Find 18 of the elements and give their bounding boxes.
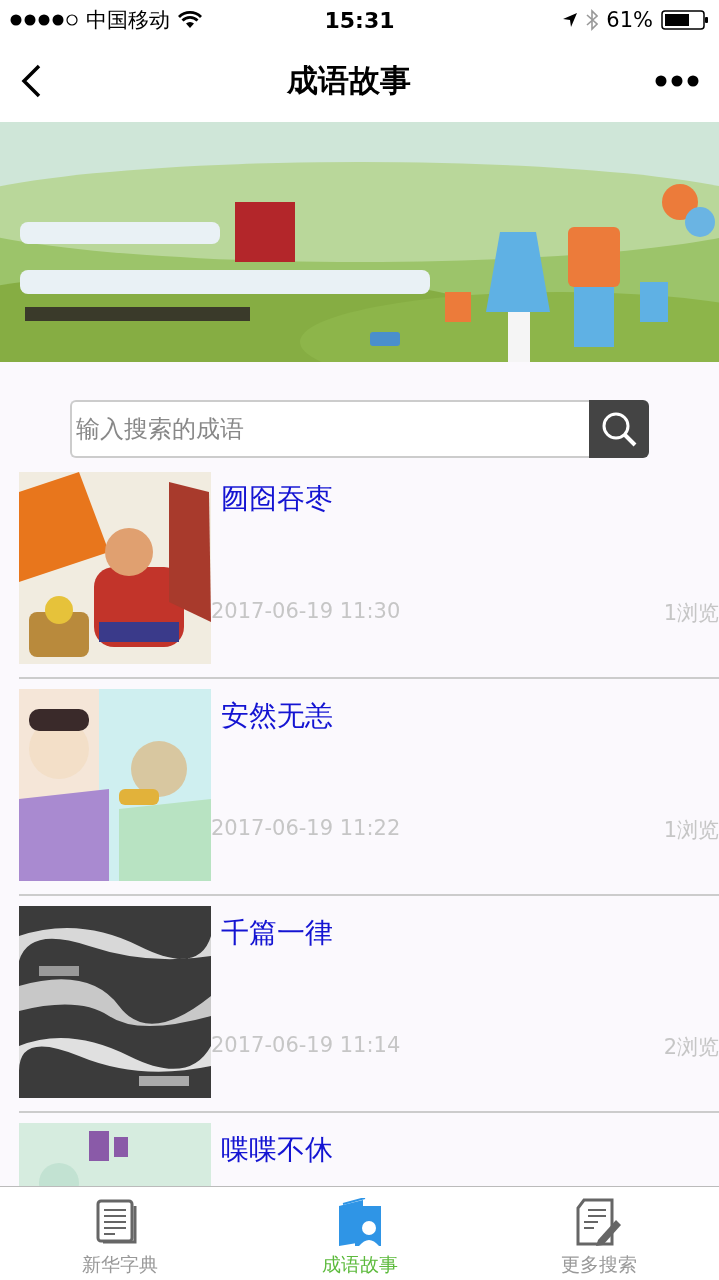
search-field[interactable]: 输入搜索的成语 [70,400,589,458]
carrier-name: 中国移动 [86,7,170,34]
wifi-icon [178,11,202,29]
signal-icon [10,13,78,27]
search-button[interactable] [589,400,649,458]
search-icon [600,410,638,448]
story-title[interactable]: 安然无恙 [211,689,719,735]
clock-time: 15:31 [324,7,395,33]
location-arrow-icon [562,12,579,28]
more-icon[interactable] [655,75,699,87]
page-title: 成语故事 [286,61,411,100]
battery-percent: 61% [606,8,653,32]
bluetooth-icon [586,9,599,31]
story-title[interactable]: 囫囵吞枣 [211,472,719,518]
back-icon[interactable] [20,64,42,98]
story-title[interactable]: 千篇一律 [211,906,719,952]
story-title[interactable]: 喋喋不休 [211,1123,719,1169]
battery-icon [661,10,709,30]
